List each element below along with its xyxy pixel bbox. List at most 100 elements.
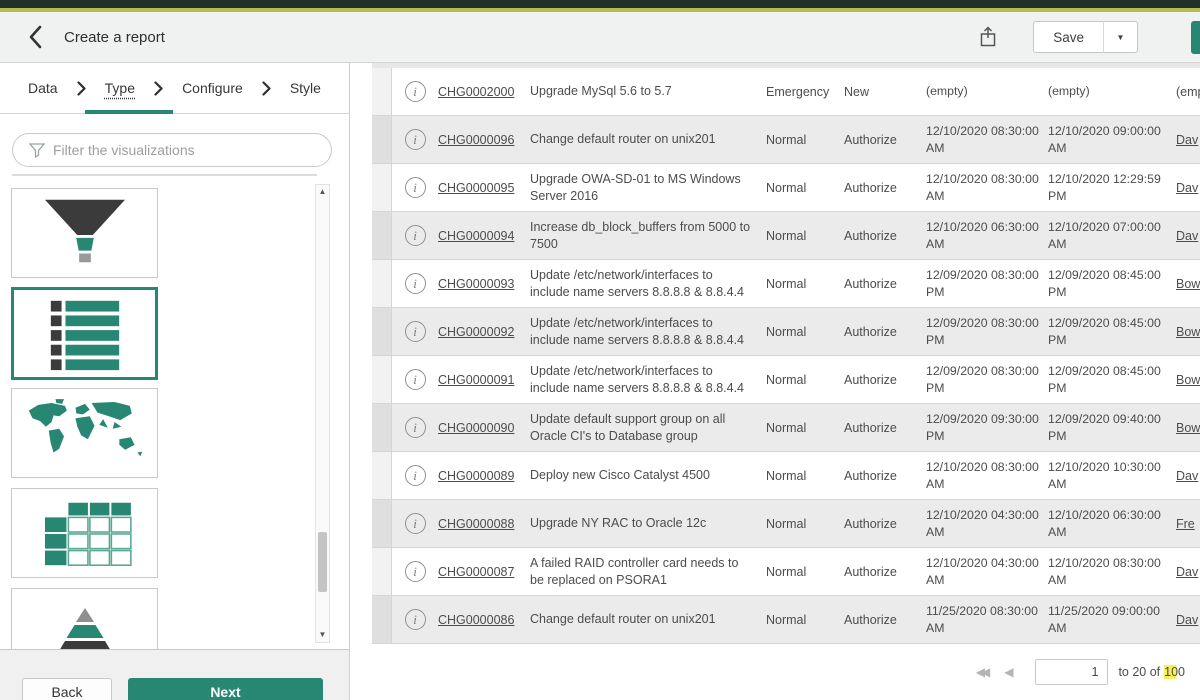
short-description: A failed RAID controller card needs to b… [530, 555, 766, 589]
step-configure[interactable]: Configure [182, 80, 243, 96]
assigned-to-link[interactable]: Dav [1176, 181, 1198, 195]
assigned-to-link[interactable]: Dav [1176, 133, 1198, 147]
viz-thumbnail-heatmap[interactable] [11, 488, 158, 578]
row-info-cell: i [392, 81, 438, 102]
edge-accent-button[interactable] [1191, 21, 1200, 54]
save-button[interactable]: Save [1033, 21, 1104, 53]
info-icon[interactable]: i [405, 273, 426, 294]
table-row[interactable]: i CHG0000086 Change default router on un… [372, 596, 1200, 644]
table-row[interactable]: i CHG0000087 A failed RAID controller ca… [372, 548, 1200, 596]
start-date: 12/09/2020 08:30:00 PM [926, 363, 1048, 396]
short-description: Change default router on unix201 [530, 611, 766, 628]
table-row[interactable]: i CHG0000090 Update default support grou… [372, 404, 1200, 452]
info-icon[interactable]: i [405, 81, 426, 102]
record-number-link[interactable]: CHG0000090 [438, 421, 514, 435]
scrollbar-thumb[interactable] [318, 532, 327, 592]
filter-input[interactable] [53, 142, 319, 158]
priority-value: Normal [766, 421, 844, 435]
table-row[interactable]: i CHG0000088 Upgrade NY RAC to Oracle 12… [372, 500, 1200, 548]
assigned-to-link[interactable]: Dav [1176, 229, 1198, 243]
step-type[interactable]: Type [105, 80, 135, 96]
record-number-link[interactable]: CHG0000088 [438, 517, 514, 531]
viz-thumbnail-pyramid[interactable] [11, 588, 158, 650]
short-description: Upgrade OWA-SD-01 to MS Windows Server 2… [530, 171, 766, 205]
record-number-link[interactable]: CHG0000094 [438, 229, 514, 243]
end-date: 12/10/2020 06:30:00 AM [1048, 507, 1176, 540]
table-row[interactable]: i CHG0000089 Deploy new Cisco Catalyst 4… [372, 452, 1200, 500]
back-button[interactable]: Back [22, 678, 112, 700]
step-data[interactable]: Data [28, 80, 58, 96]
info-icon[interactable]: i [405, 417, 426, 438]
start-date: 12/10/2020 08:30:00 AM [926, 459, 1048, 492]
table-row[interactable]: i CHG0000096 Change default router on un… [372, 116, 1200, 164]
table-row[interactable]: i CHG0000091 Update /etc/network/interfa… [372, 356, 1200, 404]
viz-thumbnail-funnel[interactable] [11, 188, 158, 278]
info-icon[interactable]: i [405, 225, 426, 246]
assigned-to-link[interactable]: Dav [1176, 469, 1198, 483]
assigned-to-link[interactable]: Dav [1176, 565, 1198, 579]
state-value: Authorize [844, 565, 926, 579]
end-date: 12/09/2020 09:40:00 PM [1048, 411, 1176, 444]
record-number-link[interactable]: CHG0000092 [438, 325, 514, 339]
assigned-cell: Dav [1176, 469, 1200, 483]
info-icon[interactable]: i [405, 129, 426, 150]
table-row[interactable]: i CHG0002000 Upgrade MySql 5.6 to 5.7 Em… [372, 68, 1200, 116]
record-number-link[interactable]: CHG0000095 [438, 181, 514, 195]
start-date: 12/10/2020 04:30:00 AM [926, 507, 1048, 540]
table-row[interactable]: i CHG0000094 Increase db_block_buffers f… [372, 212, 1200, 260]
priority-value: Normal [766, 277, 844, 291]
state-value: Authorize [844, 133, 926, 147]
assigned-to-link[interactable]: Bow [1176, 373, 1200, 387]
assigned-cell: Dav [1176, 229, 1200, 243]
funnel-chart-icon [30, 192, 140, 274]
priority-value: Normal [766, 373, 844, 387]
info-icon[interactable]: i [405, 369, 426, 390]
first-page-button[interactable]: ◀◀ [976, 665, 990, 679]
previous-page-button[interactable]: ◀ [1004, 665, 1013, 679]
end-date: 12/09/2020 08:45:00 PM [1048, 363, 1176, 396]
viz-thumbnail-world-map[interactable] [11, 388, 158, 478]
table-row[interactable]: i CHG0000093 Update /etc/network/interfa… [372, 260, 1200, 308]
info-icon[interactable]: i [405, 465, 426, 486]
wizard-footer: Back Next [0, 650, 349, 700]
record-number-link[interactable]: CHG0002000 [438, 85, 514, 99]
info-icon[interactable]: i [405, 513, 426, 534]
world-map-icon [23, 397, 147, 469]
record-number-link[interactable]: CHG0000086 [438, 613, 514, 627]
record-number-link[interactable]: CHG0000096 [438, 133, 514, 147]
share-icon [978, 25, 998, 49]
scroll-up-button[interactable]: ▲ [319, 188, 327, 196]
assigned-to-link[interactable]: Bow [1176, 277, 1200, 291]
short-description: Increase db_block_buffers from 5000 to 7… [530, 219, 766, 253]
info-icon[interactable]: i [405, 321, 426, 342]
table-row[interactable]: i CHG0000095 Upgrade OWA-SD-01 to MS Win… [372, 164, 1200, 212]
record-number-link[interactable]: CHG0000091 [438, 373, 514, 387]
page-number-input[interactable] [1035, 659, 1108, 685]
info-icon[interactable]: i [405, 609, 426, 630]
record-number-link[interactable]: CHG0000093 [438, 277, 514, 291]
table-row[interactable]: i CHG0000092 Update /etc/network/interfa… [372, 308, 1200, 356]
scrollbar-track[interactable]: ▲ ▼ [315, 184, 330, 643]
step-style[interactable]: Style [290, 80, 321, 96]
assigned-to-link[interactable]: Bow [1176, 421, 1200, 435]
next-button[interactable]: Next [128, 678, 323, 700]
assigned-to-link[interactable]: Dav [1176, 613, 1198, 627]
info-icon[interactable]: i [405, 561, 426, 582]
share-button[interactable] [971, 21, 1005, 53]
start-date: 12/09/2020 08:30:00 PM [926, 267, 1048, 300]
assigned-to-link[interactable]: Fre [1176, 517, 1195, 531]
page-range-label: to 20 of [1118, 665, 1160, 679]
info-icon[interactable]: i [405, 177, 426, 198]
chevron-right-icon [154, 81, 163, 96]
record-number-link[interactable]: CHG0000089 [438, 469, 514, 483]
start-date: 12/10/2020 08:30:00 AM [926, 123, 1048, 156]
viz-thumbnail-list[interactable] [11, 287, 158, 380]
short-description: Update /etc/network/interfaces to includ… [530, 315, 766, 349]
record-number-link[interactable]: CHG0000087 [438, 565, 514, 579]
end-date: 12/09/2020 08:45:00 PM [1048, 267, 1176, 300]
scroll-down-button[interactable]: ▼ [319, 631, 327, 639]
start-date: 11/25/2020 08:30:00 AM [926, 603, 1048, 636]
assigned-to-link[interactable]: Bow [1176, 325, 1200, 339]
save-dropdown-button[interactable]: ▼ [1103, 21, 1138, 53]
back-arrow-button[interactable] [20, 22, 50, 52]
